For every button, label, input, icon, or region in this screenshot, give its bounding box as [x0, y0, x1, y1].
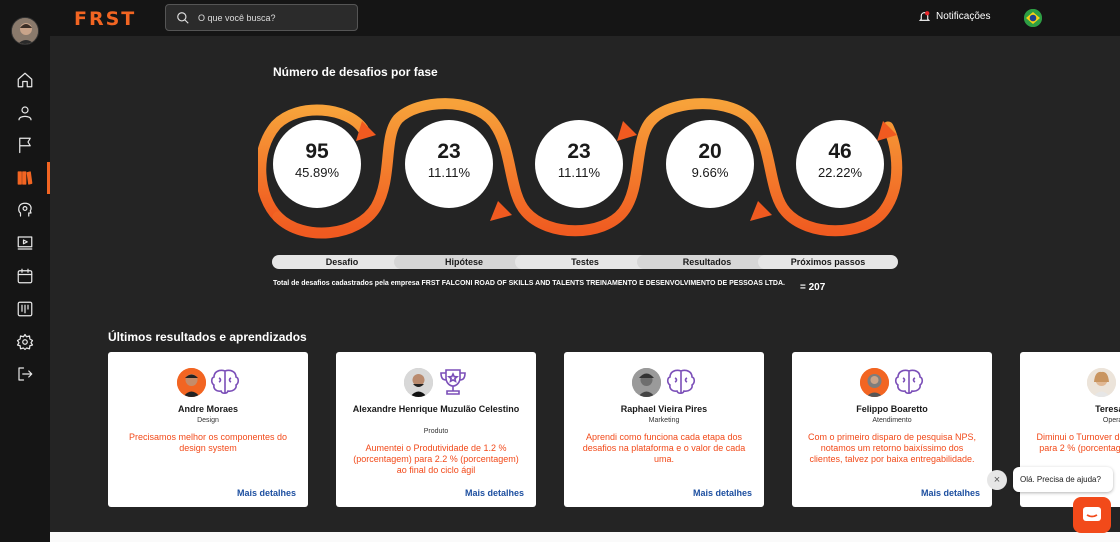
trophy-icon: [440, 369, 466, 395]
total-value: = 207: [800, 282, 826, 293]
card-name: Alexandre Henrique Muzulão Celestino: [352, 404, 520, 414]
card-name: Teresa Dias: [1095, 404, 1120, 414]
search-icon: [177, 11, 189, 24]
bell-icon: [918, 11, 931, 21]
phase-value: 95: [305, 140, 329, 163]
card-role: Design: [197, 417, 219, 424]
result-card[interactable]: Alexandre Henrique Muzulão Celestino Pro…: [336, 352, 536, 507]
chat-close-button[interactable]: ×: [987, 470, 1007, 490]
card-role: Atendimento: [872, 417, 912, 424]
footer-strip: [50, 532, 1120, 542]
phase-percent: 45.89%: [294, 165, 340, 180]
phase-value: 20: [698, 140, 722, 163]
more-details-link[interactable]: Mais detalhes: [465, 488, 524, 498]
phase-value: 23: [567, 140, 591, 163]
phase-circle-resultados: 20 9.66%: [666, 120, 754, 208]
phases-title: Número de desafios por fase: [273, 65, 438, 79]
more-details-link[interactable]: Mais detalhes: [693, 488, 752, 498]
more-details-link[interactable]: Mais detalhes: [237, 488, 296, 498]
home-icon[interactable]: [15, 70, 35, 90]
result-card[interactable]: Felippo Boaretto Atendimento Com o prime…: [792, 352, 992, 507]
brain-icon: [894, 369, 924, 395]
card-text: Com o primeiro disparo de pesquisa NPS, …: [807, 432, 977, 464]
notifications-label: Notificações: [936, 11, 991, 22]
avatar: [404, 368, 433, 397]
settings-icon[interactable]: [15, 332, 35, 352]
head-gear-icon[interactable]: [15, 200, 35, 220]
card-text: Diminui o Turnover de 3 % (porcentagem) …: [1036, 432, 1120, 453]
logout-icon[interactable]: [15, 364, 35, 384]
results-title: Últimos resultados e aprendizados: [108, 330, 307, 344]
result-card[interactable]: Raphael Vieira Pires Marketing Aprendi c…: [564, 352, 764, 507]
more-details-link[interactable]: Mais detalhes: [921, 488, 980, 498]
chat-icon: [1083, 507, 1101, 521]
user-icon[interactable]: [15, 103, 35, 123]
active-indicator: [47, 162, 50, 194]
phase-label-hipotese[interactable]: Hipótese: [394, 255, 534, 269]
chat-launcher-button[interactable]: [1073, 497, 1111, 533]
chat-greeting-bubble[interactable]: Olá. Precisa de ajuda?: [1013, 467, 1113, 492]
board-icon[interactable]: [15, 299, 35, 319]
flag-icon[interactable]: [15, 135, 35, 155]
books-icon[interactable]: [15, 168, 35, 188]
phase-label-resultados[interactable]: Resultados: [637, 255, 777, 269]
phase-label-desafio[interactable]: Desafio: [272, 255, 412, 269]
result-card[interactable]: Andre Moraes Design Precisamos melhor os…: [108, 352, 308, 507]
phase-circle-proximos-passos: 46 22.22%: [796, 120, 884, 208]
total-description: Total de desafios cadastrados pela empre…: [273, 280, 785, 287]
card-text: Aprendi como funciona cada etapa dos des…: [582, 432, 746, 464]
phase-circle-testes: 23 11.11%: [535, 120, 623, 208]
phase-percent: 11.11%: [557, 165, 601, 180]
phase-label-testes[interactable]: Testes: [515, 255, 655, 269]
user-avatar[interactable]: [11, 17, 39, 45]
phase-percent: 22.22%: [817, 165, 863, 180]
card-name: Felippo Boaretto: [856, 404, 928, 414]
avatar: [860, 368, 889, 397]
brazil-flag-icon[interactable]: [1024, 9, 1042, 27]
search-box[interactable]: [165, 4, 358, 31]
card-text: Precisamos melhor os componentes do desi…: [128, 432, 288, 453]
phase-value: 23: [437, 140, 461, 163]
card-text: Aumentei o Produtividade de 1.2 % (porce…: [353, 443, 519, 475]
card-name: Andre Moraes: [177, 404, 239, 414]
phase-percent: 11.11%: [427, 165, 471, 180]
card-role: Marketing: [648, 417, 680, 424]
notifications-button[interactable]: Notificações: [918, 10, 990, 23]
brain-icon: [210, 369, 240, 395]
search-input[interactable]: [198, 12, 338, 23]
phase-value: 46: [828, 140, 852, 163]
brain-icon: [666, 369, 696, 395]
phase-percent: 9.66%: [691, 165, 729, 180]
phase-labels-bar: Desafio Hipótese Testes Resultados Próxi…: [272, 255, 898, 269]
phase-circle-desafio: 95 45.89%: [273, 120, 361, 208]
phase-label-proximos-passos[interactable]: Próximos passos: [758, 255, 898, 269]
card-name: Raphael Vieira Pires: [620, 404, 708, 414]
sidebar: [0, 0, 50, 542]
avatar: [177, 368, 206, 397]
avatar: [632, 368, 661, 397]
phase-circle-hipotese: 23 11.11%: [405, 120, 493, 208]
video-icon[interactable]: [15, 233, 35, 253]
card-role: Produto: [423, 428, 449, 435]
card-role: Operações: [1102, 417, 1120, 424]
frst-logo[interactable]: FRST: [74, 8, 136, 30]
calendar-icon[interactable]: [15, 266, 35, 286]
